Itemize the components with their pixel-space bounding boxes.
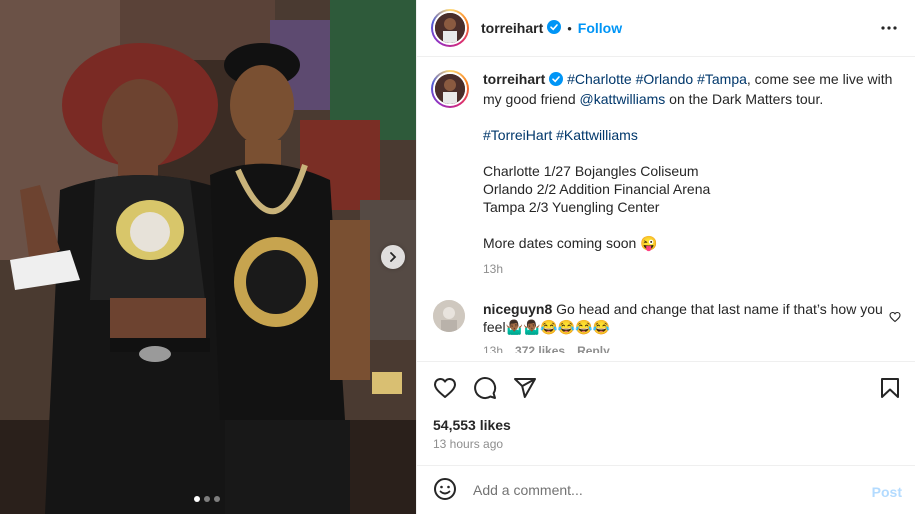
chevron-right-icon <box>390 252 397 262</box>
more-horizontal-icon[interactable] <box>880 19 898 40</box>
bookmark-icon[interactable] <box>878 376 902 403</box>
post-caption: torreihart #Charlotte #Orlando #Tampa, c… <box>431 70 901 278</box>
hashtag-link[interactable]: #Orlando <box>636 71 694 87</box>
caption-timestamp[interactable]: 13h <box>483 260 893 278</box>
author-username[interactable]: torreihart <box>481 20 543 36</box>
tour-date-line: Charlotte 1/27 Bojangles Coliseum <box>483 163 699 179</box>
comment-timestamp[interactable]: 13h <box>483 342 503 353</box>
caption-body: torreihart #Charlotte #Orlando #Tampa, c… <box>483 70 893 278</box>
comment-icon[interactable] <box>473 376 497 403</box>
post-actions: 54,553 likes 13 hours ago <box>417 361 915 464</box>
mention-link[interactable]: @kattwilliams <box>580 91 666 107</box>
commenter-username[interactable]: niceguyn8 <box>483 301 552 317</box>
add-comment-input[interactable] <box>473 482 853 498</box>
post-time-ago[interactable]: 13 hours ago <box>433 437 503 451</box>
send-icon[interactable] <box>513 376 537 403</box>
tour-date-line: Orlando 2/2 Addition Financial Arena <box>483 181 711 197</box>
post-comment-button[interactable]: Post <box>872 484 902 500</box>
header-separator: • <box>567 20 572 36</box>
emoji-icon[interactable] <box>433 477 457 504</box>
follow-button[interactable]: Follow <box>578 20 622 36</box>
post-side-panel: torreihart • Follow torreihart #Charlott… <box>416 0 915 514</box>
caption-first-line: torreihart #Charlotte #Orlando #Tampa, c… <box>483 70 893 108</box>
comment-reply-button[interactable]: Reply <box>577 342 610 353</box>
carousel-indicators <box>194 496 220 502</box>
instagram-post: torreihart • Follow torreihart #Charlott… <box>0 0 915 514</box>
hashtag-link[interactable]: #Kattwilliams <box>556 127 638 143</box>
commenter-avatar[interactable] <box>433 300 465 332</box>
avatar-image <box>433 300 465 332</box>
heart-icon[interactable] <box>433 376 457 403</box>
likes-count[interactable]: 54,553 likes <box>433 417 511 433</box>
caption-hashtags: #TorreiHart #Kattwilliams <box>483 126 893 144</box>
carousel-next-button[interactable] <box>381 245 405 269</box>
caption-username[interactable]: torreihart <box>483 71 545 87</box>
comment-body: niceguyn8 Go head and change that last n… <box>483 300 883 353</box>
carousel-dot <box>204 496 210 502</box>
post-header: torreihart • Follow <box>417 0 915 57</box>
comment-meta: 13h 372 likes Reply <box>483 342 883 353</box>
carousel-dot <box>214 496 220 502</box>
carousel-dot <box>194 496 200 502</box>
hashtag-link[interactable]: #Charlotte <box>567 71 632 87</box>
hashtag-link[interactable]: #Tampa <box>697 71 747 87</box>
tour-date-line: Tampa 2/3 Yuengling Center <box>483 199 660 215</box>
post-media[interactable] <box>0 0 416 514</box>
add-comment-bar: Post <box>417 465 915 514</box>
caption-text: on the Dark Matters tour. <box>665 91 824 107</box>
caption-author-avatar[interactable] <box>431 70 469 108</box>
avatar-image <box>435 13 465 43</box>
verified-badge-icon <box>547 19 562 37</box>
author-avatar[interactable] <box>431 9 469 47</box>
avatar-image <box>435 74 465 104</box>
comment-like-heart-icon[interactable] <box>889 310 901 326</box>
hashtag-link[interactable]: #TorreiHart <box>483 127 552 143</box>
comment-likes[interactable]: 372 likes <box>515 342 565 353</box>
caption-more-dates: More dates coming soon 😜 <box>483 235 658 251</box>
comment-item: niceguyn8 Go head and change that last n… <box>433 300 903 353</box>
verified-badge-icon <box>549 72 564 90</box>
post-photo <box>0 0 416 514</box>
